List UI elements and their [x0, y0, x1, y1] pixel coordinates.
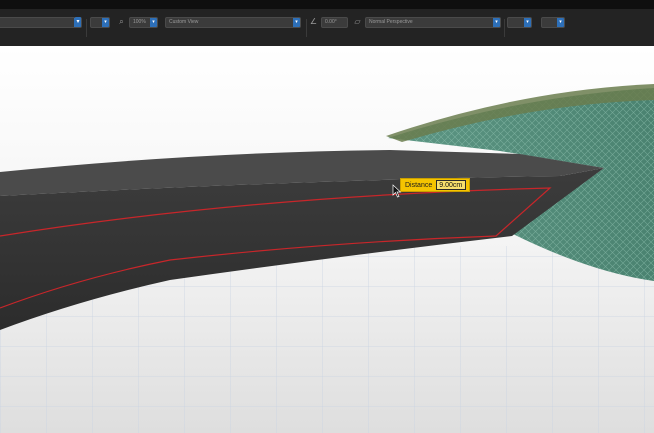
toolbar: ▾ ▾ ▾ ⌕ 100% ▾ Custom View ▾ ∠ 0.00° ▱ Nor… [0, 9, 654, 46]
zoom-dropdown[interactable]: 100% ▾ [129, 17, 158, 28]
chevron-down-icon: ▾ [150, 18, 157, 27]
angle-value: 0.00° [325, 19, 337, 25]
distance-label: Distance [405, 181, 433, 189]
render-mode-dropdown[interactable]: ▾ [507, 17, 532, 28]
cursor-arrow-icon [392, 184, 402, 198]
3d-viewport[interactable] [0, 46, 654, 433]
perspective-icon[interactable]: ▱ [353, 17, 362, 27]
chevron-down-icon: ▾ [557, 18, 564, 27]
zoom-value: 100% [133, 19, 146, 25]
chevron-down-icon: ▾ [293, 18, 300, 27]
layer-dropdown[interactable]: ▾ [0, 17, 82, 28]
toolbar-divider [306, 19, 307, 37]
scene-render [0, 46, 654, 433]
window-top-strip [0, 0, 654, 9]
toolbar-divider [86, 19, 87, 37]
angle-field[interactable]: 0.00° [321, 17, 348, 28]
projection-dropdown[interactable]: Normal Perspective ▾ [365, 17, 501, 28]
view-dropdown-value: Custom View [169, 19, 199, 25]
chevron-down-icon[interactable]: ▾ [75, 17, 81, 27]
projection-dropdown-value: Normal Perspective [369, 19, 413, 25]
angle-icon[interactable]: ∠ [309, 17, 318, 27]
distance-input[interactable]: 9.00cm [436, 180, 467, 190]
display-options-dropdown[interactable]: ▾ [541, 17, 565, 28]
grid-dropdown[interactable]: ▾ [90, 17, 110, 28]
magnifier-icon[interactable]: ⌕ [117, 17, 126, 27]
view-dropdown[interactable]: Custom View ▾ [165, 17, 301, 28]
distance-hud: Distance 9.00cm [400, 178, 471, 192]
chevron-down-icon: ▾ [524, 18, 531, 27]
chevron-down-icon: ▾ [493, 18, 500, 27]
toolbar-divider [504, 19, 505, 37]
chevron-down-icon: ▾ [102, 18, 109, 27]
